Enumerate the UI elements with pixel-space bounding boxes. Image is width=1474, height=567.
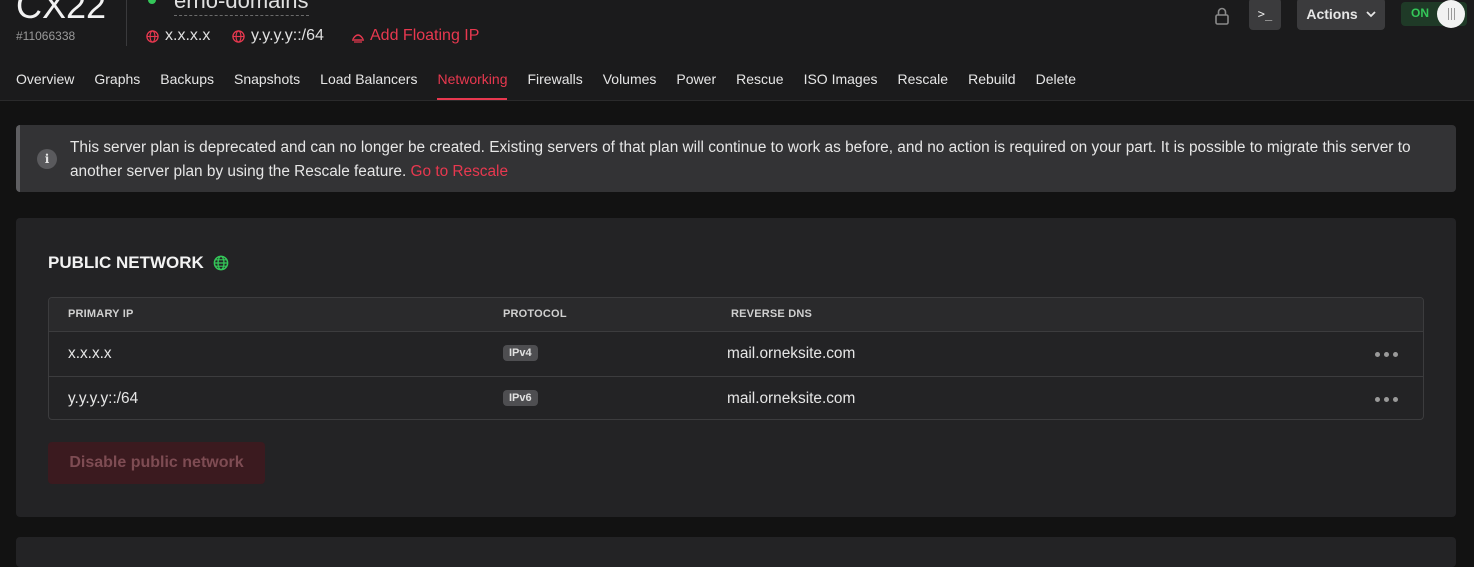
- tab-iso-images[interactable]: ISO Images: [804, 70, 878, 100]
- notice-text: This server plan is deprecated and can n…: [70, 136, 1440, 184]
- public-network-card: PUBLIC NETWORK PRIMARY IP PROTOCOL REVER…: [16, 218, 1456, 517]
- toggle-knob-icon: [1437, 0, 1465, 28]
- table-header: PRIMARY IP PROTOCOL REVERSE DNS: [49, 298, 1423, 332]
- tab-networking[interactable]: Networking: [437, 70, 508, 100]
- ipv4-address: x.x.x.x: [165, 27, 211, 44]
- console-icon: >_: [1257, 7, 1273, 21]
- table-row: x.x.x.x IPv4 mail.orneksite.com: [49, 332, 1423, 377]
- chevron-down-icon: [1366, 10, 1376, 17]
- ipv6-chip[interactable]: y.y.y.y::/64: [232, 27, 324, 45]
- public-network-title-text: PUBLIC NETWORK: [48, 253, 204, 272]
- go-to-rescale-link[interactable]: Go to Rescale: [411, 163, 509, 180]
- add-floating-ip-button[interactable]: Add Floating IP: [351, 27, 479, 45]
- actions-button[interactable]: Actions: [1297, 0, 1385, 30]
- more-options-icon[interactable]: [1375, 352, 1398, 357]
- globe-icon: [146, 29, 159, 43]
- tab-rescue[interactable]: Rescue: [736, 70, 783, 100]
- globe-icon: [213, 255, 229, 271]
- globe-icon: [232, 29, 245, 43]
- server-tabs: Overview Graphs Backups Snapshots Load Balan…: [16, 70, 1096, 100]
- tab-rebuild[interactable]: Rebuild: [968, 70, 1015, 100]
- server-name: CX22: [16, 0, 107, 26]
- status-dot-icon: [148, 0, 156, 4]
- actions-label: Actions: [1306, 6, 1358, 22]
- tab-overview[interactable]: Overview: [16, 70, 74, 100]
- protocol-badge: IPv4: [503, 345, 538, 361]
- tab-firewalls[interactable]: Firewalls: [527, 70, 582, 100]
- tab-snapshots[interactable]: Snapshots: [234, 70, 300, 100]
- console-button[interactable]: >_: [1249, 0, 1281, 30]
- ipv6-address: y.y.y.y::/64: [251, 27, 324, 44]
- tab-rescale[interactable]: Rescale: [898, 70, 949, 100]
- table-row: y.y.y.y::/64 IPv6 mail.orneksite.com: [49, 377, 1423, 419]
- protocol-badge: IPv6: [503, 390, 538, 406]
- ipv4-chip[interactable]: x.x.x.x: [146, 27, 210, 45]
- project-name[interactable]: erho-domains: [174, 0, 309, 16]
- server-id: #11066338: [16, 29, 76, 43]
- server-header: CX22 #11066338 erho-domains x.x.x.x y.y.…: [0, 0, 1474, 101]
- tab-volumes[interactable]: Volumes: [603, 70, 657, 100]
- column-header-reverse-dns: REVERSE DNS: [731, 308, 813, 320]
- next-section-card: [16, 537, 1456, 567]
- public-network-title: PUBLIC NETWORK: [48, 253, 229, 273]
- disable-public-network-button[interactable]: Disable public network: [48, 442, 265, 484]
- add-floating-ip-label: Add Floating IP: [370, 27, 480, 44]
- primary-ip-cell: y.y.y.y::/64: [68, 390, 139, 407]
- info-icon: i: [37, 149, 57, 169]
- tab-delete[interactable]: Delete: [1036, 70, 1076, 100]
- reverse-dns-cell: mail.orneksite.com: [727, 345, 856, 362]
- tab-graphs[interactable]: Graphs: [94, 70, 140, 100]
- notice-message: This server plan is deprecated and can n…: [70, 139, 1411, 180]
- header-divider: [126, 0, 127, 46]
- deprecation-notice: i This server plan is deprecated and can…: [16, 125, 1456, 192]
- primary-ip-cell: x.x.x.x: [68, 345, 112, 362]
- tab-backups[interactable]: Backups: [160, 70, 214, 100]
- floating-ip-icon: [352, 34, 364, 43]
- column-header-primary-ip: PRIMARY IP: [68, 308, 134, 320]
- tab-power[interactable]: Power: [676, 70, 716, 100]
- more-options-icon[interactable]: [1375, 397, 1398, 402]
- lock-icon[interactable]: [1213, 6, 1231, 26]
- power-toggle[interactable]: ON: [1401, 0, 1467, 28]
- tab-load-balancers[interactable]: Load Balancers: [320, 70, 417, 100]
- reverse-dns-cell: mail.orneksite.com: [727, 390, 856, 407]
- column-header-protocol: PROTOCOL: [503, 308, 567, 320]
- power-label: ON: [1411, 6, 1429, 20]
- public-network-table: PRIMARY IP PROTOCOL REVERSE DNS x.x.x.x …: [48, 297, 1424, 420]
